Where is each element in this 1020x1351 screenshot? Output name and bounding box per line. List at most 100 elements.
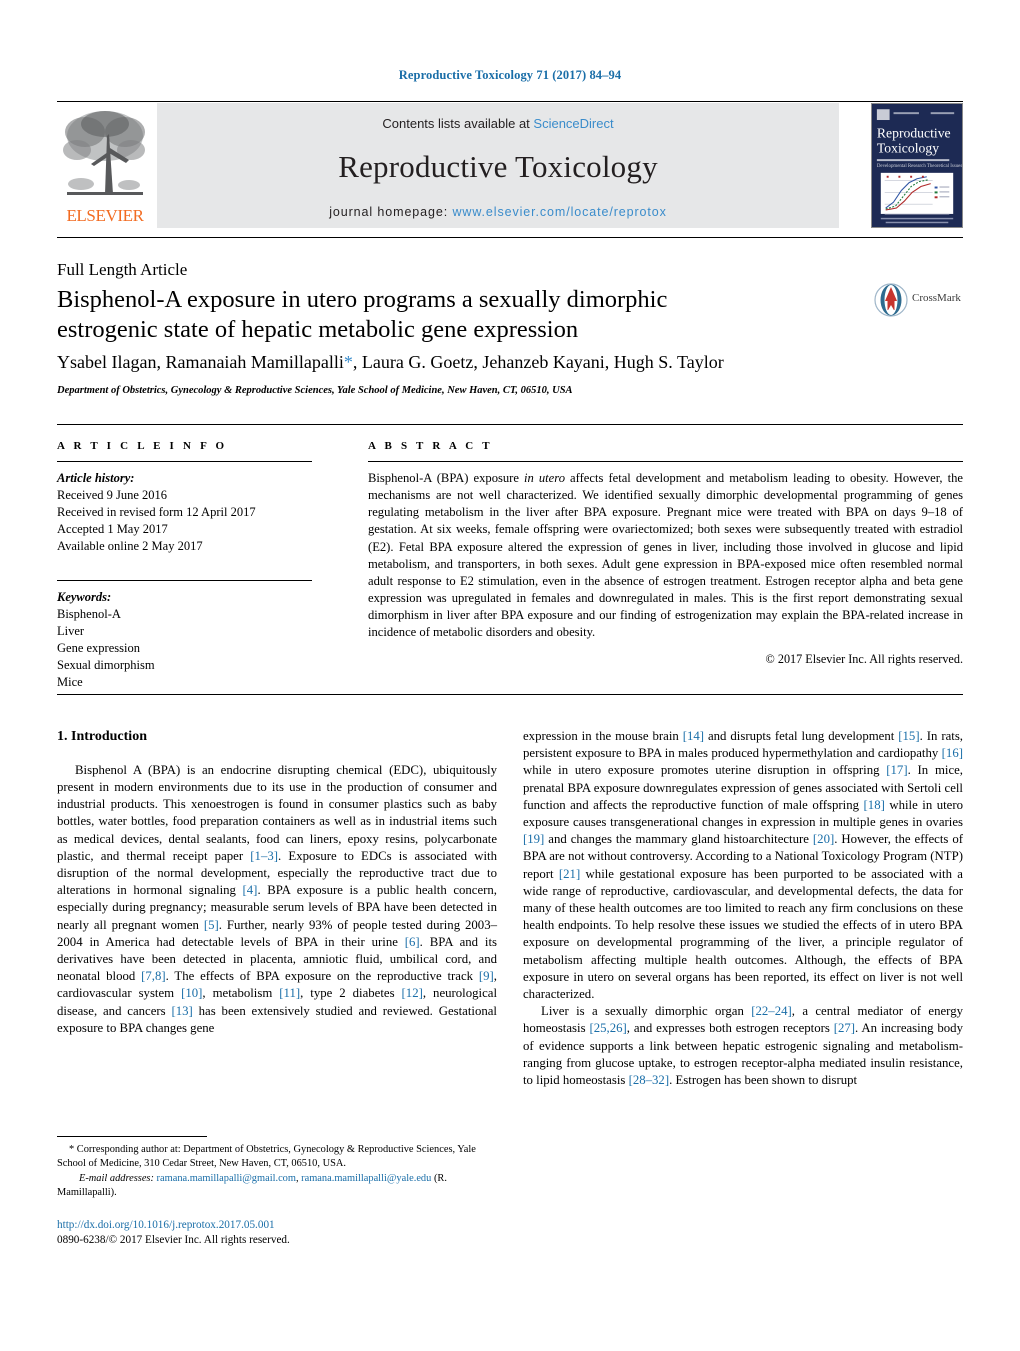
text-run: . Estrogen has been shown to disrupt: [669, 1073, 858, 1088]
keywords-label: Keywords:: [57, 590, 112, 605]
history-available-online: Available online 2 May 2017: [57, 538, 203, 553]
keyword-item: Liver: [57, 624, 85, 639]
text-run: . The effects of BPA exposure on the rep…: [165, 969, 479, 984]
citation-ref[interactable]: [18]: [864, 798, 885, 812]
page-title: Bisphenol-A exposure in utero programs a…: [57, 286, 668, 343]
running-head: Reproductive Toxicology 71 (2017) 84–94: [398, 68, 622, 82]
citation-ref[interactable]: [5]: [204, 918, 219, 932]
body-column-right: expression in the mouse brain [14] and d…: [523, 728, 963, 1089]
elsevier-wordmark: ELSEVIER: [66, 206, 144, 225]
article-info-heading: A R T I C L E I N F O: [57, 440, 228, 452]
journal-masthead: ELSEVIER Contents lists available at Sci…: [57, 103, 963, 228]
text-run: expression in the mouse brain: [523, 729, 683, 743]
citation-ref[interactable]: [6]: [405, 935, 420, 949]
intro-paragraph-right-continued: expression in the mouse brain [14] and d…: [523, 728, 963, 1003]
article-info-divider: [57, 461, 312, 462]
citation-ref[interactable]: [15]: [898, 729, 919, 743]
citation-ref[interactable]: [12]: [402, 986, 423, 1000]
journal-homepage-line: journal homepage: www.elsevier.com/locat…: [157, 205, 839, 219]
citation-ref[interactable]: [21]: [559, 867, 580, 881]
body-column-left: 1. Introduction Bisphenol A (BPA) is an …: [57, 728, 497, 1037]
citation-ref[interactable]: [7,8]: [141, 969, 166, 983]
citation-ref[interactable]: [28–32]: [629, 1073, 670, 1087]
issn-copyright-line: 0890-6238/© 2017 Elsevier Inc. All right…: [57, 1234, 290, 1247]
article-history-label: Article history:: [57, 471, 135, 485]
citation-ref[interactable]: [19]: [523, 832, 544, 846]
journal-homepage-link[interactable]: www.elsevier.com/locate/reprotox: [452, 205, 666, 219]
author-list: Ysabel Ilagan, Ramanaiah Mamillapalli*, …: [57, 352, 817, 373]
intro-paragraph-left: Bisphenol A (BPA) is an endocrine disrup…: [57, 762, 497, 1037]
top-rule: [57, 101, 963, 102]
citation-ref[interactable]: [16]: [942, 746, 963, 760]
crossmark-icon: [874, 283, 908, 317]
citation-ref[interactable]: [11]: [279, 986, 300, 1000]
citation-ref[interactable]: [4]: [243, 883, 258, 897]
history-revised: Received in revised form 12 April 2017: [57, 504, 256, 519]
corresponding-author-note: * Corresponding author at: Department of…: [57, 1144, 476, 1170]
author-names-first: Ysabel Ilagan, Ramanaiah Mamillapalli: [57, 352, 344, 372]
sciencedirect-link[interactable]: ScienceDirect: [533, 116, 613, 131]
keyword-item: Mice: [57, 674, 83, 689]
masthead-center-panel: Contents lists available at ScienceDirec…: [157, 103, 839, 228]
citation-ref[interactable]: [9]: [479, 969, 494, 983]
contents-prefix: Contents lists available at: [382, 116, 534, 131]
journal-article-page: Reproductive Toxicology 71 (2017) 84–94: [0, 0, 1020, 1351]
email-link-yale[interactable]: ramana.mamillapalli@yale.edu: [301, 1173, 431, 1184]
corresponding-author-marker: *: [343, 352, 353, 372]
abstract-italic-inutero: in utero: [524, 471, 565, 485]
keywords-divider: [57, 580, 312, 582]
info-band-bottom-rule: [57, 694, 963, 695]
doi-and-issn-block: http://dx.doi.org/10.1016/j.reprotox.201…: [57, 1218, 497, 1249]
journal-title: Reproductive Toxicology: [338, 149, 658, 184]
history-accepted: Accepted 1 May 2017: [57, 521, 168, 536]
svg-text:Reproductive: Reproductive: [877, 126, 951, 141]
text-run: and changes the mammary gland histoarchi…: [544, 832, 813, 847]
text-run: , and expresses both estrogen receptors: [626, 1021, 834, 1036]
liver-paragraph: Liver is a sexually dimorphic organ [22–…: [523, 1003, 963, 1089]
info-band-top-rule: [57, 424, 963, 425]
keyword-item: Gene expression: [57, 641, 140, 655]
text-run: , metabolism: [202, 986, 280, 1001]
citation-ref[interactable]: [10]: [181, 986, 202, 1000]
crossmark-badge[interactable]: CrossMark: [874, 283, 966, 323]
text-run: while gestational exposure has been purp…: [523, 866, 963, 1002]
footnote-block: * Corresponding author at: Department of…: [57, 1143, 497, 1200]
abstract-part-2: affects fetal development and metabolism…: [368, 471, 963, 640]
masthead-bottom-rule: [57, 237, 963, 238]
crossmark-label: CrossMark: [912, 292, 961, 304]
abstract-text: Bisphenol-A (BPA) exposure in utero affe…: [368, 470, 963, 641]
citation-ref[interactable]: [1–3]: [250, 849, 278, 863]
elsevier-logo: ELSEVIER: [57, 103, 153, 228]
article-type-label: Full Length Article: [57, 260, 188, 279]
journal-cover-thumbnail: Reproductive Toxicology Developmental Re…: [871, 103, 963, 228]
citation-ref[interactable]: [27]: [834, 1021, 855, 1035]
abstract-heading: A B S T R A C T: [368, 440, 493, 452]
abstract-copyright: © 2017 Elsevier Inc. All rights reserved…: [765, 652, 963, 667]
citation-ref[interactable]: [17]: [886, 763, 907, 777]
text-run: while in utero exposure promotes uterine…: [523, 763, 887, 778]
keyword-item: Bisphenol-A: [57, 607, 121, 622]
doi-link[interactable]: http://dx.doi.org/10.1016/j.reprotox.201…: [57, 1218, 497, 1233]
contents-list-line: Contents lists available at ScienceDirec…: [157, 116, 839, 131]
citation-ref[interactable]: [20]: [813, 832, 834, 846]
text-run: Liver is a sexually dimorphic organ: [541, 1004, 752, 1019]
history-received: Received 9 June 2016: [57, 487, 168, 502]
abstract-divider: [368, 461, 963, 462]
email-label: E-mail addresses:: [79, 1173, 154, 1185]
abstract-column: A B S T R A C T Bisphenol-A (BPA) exposu…: [368, 440, 963, 667]
article-info-column: A R T I C L E I N F O Article history: R…: [57, 440, 312, 691]
author-names-rest: , Laura G. Goetz, Jehanzeb Kayani, Hugh …: [352, 352, 724, 372]
text-run: , type 2 diabetes: [300, 986, 402, 1001]
email-link-gmail[interactable]: ramana.mamillapalli@gmail.com: [157, 1173, 296, 1184]
author-affiliation: Department of Obstetrics, Gynecology & R…: [57, 385, 573, 396]
citation-ref[interactable]: [22–24]: [751, 1004, 792, 1018]
text-run: Bisphenol A (BPA) is an endocrine disrup…: [57, 762, 497, 863]
citation-ref[interactable]: [14]: [683, 729, 704, 743]
homepage-prefix: journal homepage:: [329, 205, 453, 219]
citation-ref[interactable]: [13]: [172, 1004, 193, 1018]
svg-text:Toxicology: Toxicology: [877, 140, 939, 155]
email-addresses-note: E-mail addresses: ramana.mamillapalli@gm…: [57, 1173, 447, 1199]
section-heading-introduction: 1. Introduction: [57, 729, 147, 744]
citation-ref[interactable]: [25,26]: [589, 1021, 626, 1035]
keyword-item: Sexual dimorphism: [57, 657, 155, 672]
